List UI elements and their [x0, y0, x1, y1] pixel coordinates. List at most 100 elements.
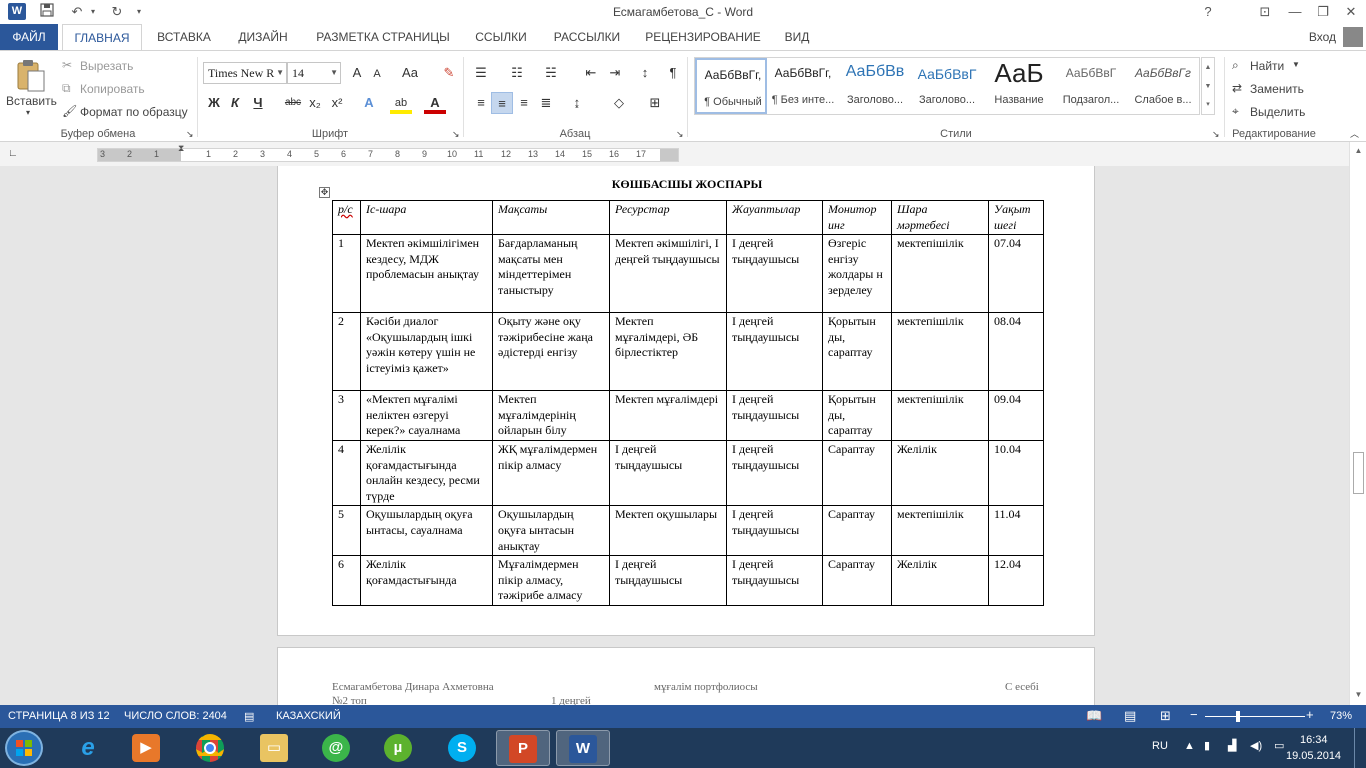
avatar[interactable]	[1343, 27, 1363, 47]
tab-references[interactable]: ССЫЛКИ	[468, 24, 534, 50]
ribbon-display-icon[interactable]: ⊡	[1250, 2, 1280, 22]
table-cell[interactable]: 4	[332, 439, 361, 507]
table-cell[interactable]: Мектеп мұғалімдері, ӘБ бірлестіктер	[609, 312, 727, 392]
table-cell[interactable]: ЖҚ мұғалімдермен пікір алмасу	[492, 439, 610, 507]
underline-button[interactable]: Ч	[247, 92, 269, 114]
header-cell[interactable]: Монитор инг	[822, 199, 892, 236]
document-area[interactable]: КӨШБАСШЫ ЖОСПАРЫ ✥ р/с Іс-шара Мақсаты Р…	[0, 166, 1349, 705]
show-desktop-button[interactable]	[1354, 728, 1366, 768]
table-cell[interactable]: Қорытын ды, сараптау	[822, 312, 892, 392]
table-cell[interactable]: 10.04	[988, 439, 1044, 507]
style-heading-2[interactable]: АаБбВвГ Заголово...	[911, 58, 983, 114]
align-left-icon[interactable]: ≡	[470, 92, 492, 114]
table-cell[interactable]: мектепішілік	[891, 390, 989, 441]
table-cell[interactable]: 2	[332, 312, 361, 392]
print-layout-icon[interactable]: ▤	[1124, 708, 1136, 724]
table-cell[interactable]: І деңгей тыңдаушысы	[726, 439, 823, 507]
shrink-font-button[interactable]: A	[366, 63, 388, 85]
table-cell[interactable]: Мұғалімдермен пікір алмасу, тәжірибе алм…	[492, 555, 610, 606]
minimize-icon[interactable]: —	[1280, 2, 1310, 22]
table-cell[interactable]: І деңгей тыңдаушысы	[726, 312, 823, 392]
language-indicator[interactable]: RU	[1152, 740, 1168, 752]
font-size-input[interactable]: 14 ▼	[287, 62, 341, 84]
zoom-in-icon[interactable]: +	[1306, 707, 1314, 722]
tab-insert[interactable]: ВСТАВКА	[148, 24, 220, 50]
select-button[interactable]: Выделить	[1250, 105, 1305, 119]
grow-font-button[interactable]: A	[346, 62, 368, 84]
italic-button[interactable]: К	[224, 92, 246, 114]
vertical-scrollbar[interactable]: ▲ ▼	[1349, 142, 1366, 705]
table-cell[interactable]: Қорытын ды, сараптау	[822, 390, 892, 441]
chevron-up-icon[interactable]: ▲	[1202, 58, 1214, 77]
styles-gallery-scroll[interactable]: ▲ ▼ ▾	[1201, 57, 1215, 115]
language-status[interactable]: КАЗАХСКИЙ	[276, 710, 341, 722]
internet-explorer-icon[interactable]: e	[62, 730, 116, 766]
maximize-icon[interactable]: ❐	[1308, 2, 1338, 22]
paste-dropdown-icon[interactable]: ▾	[26, 108, 30, 117]
table-cell[interactable]: 11.04	[988, 505, 1044, 557]
align-center-icon[interactable]: ≡	[491, 92, 513, 114]
copy-icon[interactable]: ⧉	[62, 81, 71, 96]
table-move-handle-icon[interactable]: ✥	[319, 187, 330, 198]
sort-icon[interactable]: ↕	[634, 62, 656, 84]
table-cell[interactable]: 07.04	[988, 234, 1044, 314]
battery-icon[interactable]: ▭	[1274, 739, 1284, 752]
table-cell[interactable]: Кәсіби диалог «Оқушылардың ішкі уәжін кө…	[360, 312, 493, 392]
table-cell[interactable]: мектепішілік	[891, 234, 989, 314]
table-cell[interactable]: Сараптау	[822, 555, 892, 606]
superscript-button[interactable]: x²	[326, 92, 348, 114]
table-cell[interactable]: Сараптау	[822, 439, 892, 507]
bold-button[interactable]: Ж	[203, 92, 225, 114]
mail-agent-icon[interactable]: @	[310, 730, 364, 766]
subscript-button[interactable]: x₂	[304, 92, 326, 114]
indent-marker[interactable]: ⧗	[178, 143, 184, 154]
font-launcher-icon[interactable]: ↘	[452, 129, 460, 140]
collapse-ribbon-icon[interactable]: ︿	[1350, 127, 1359, 140]
file-explorer-icon[interactable]: ▭	[248, 730, 302, 766]
line-spacing-icon[interactable]: ↨	[566, 92, 588, 114]
plan-table[interactable]: р/с Іс-шара Мақсаты Ресурстар Жауаптылар…	[332, 199, 1044, 606]
decrease-indent-icon[interactable]: ⇤	[580, 62, 602, 84]
increase-indent-icon[interactable]: ⇥	[604, 62, 626, 84]
font-color-button[interactable]: A	[424, 92, 446, 114]
numbering-icon[interactable]: ☷	[506, 62, 528, 84]
read-mode-icon[interactable]: 📖	[1086, 708, 1102, 724]
table-cell[interactable]: Мектеп әкімшілігі, І деңгей тыңдаушысы	[609, 234, 727, 314]
network-icon[interactable]: ▟	[1228, 739, 1236, 752]
style-title[interactable]: АаБ Название	[983, 58, 1055, 114]
web-layout-icon[interactable]: ⊞	[1160, 708, 1171, 724]
tab-home[interactable]: ГЛАВНАЯ	[62, 24, 142, 51]
header-cell[interactable]: Жауаптылар	[726, 199, 823, 236]
strikethrough-button[interactable]: abc	[280, 92, 306, 114]
powerpoint-icon[interactable]: P	[496, 730, 550, 766]
table-cell[interactable]: Өзгеріс енгізу жолдары н зерделеу	[822, 234, 892, 314]
highlight-button[interactable]: ab	[390, 92, 412, 114]
zoom-slider[interactable]	[1205, 716, 1305, 717]
table-cell[interactable]: «Мектеп мұғалімі неліктен өзгеруі керек?…	[360, 390, 493, 441]
justify-icon[interactable]: ≣	[535, 92, 557, 114]
table-cell[interactable]: Сараптау	[822, 505, 892, 557]
table-cell[interactable]: І деңгей тыңдаушысы	[726, 234, 823, 314]
tray-arrow-icon[interactable]: ▲	[1184, 740, 1195, 752]
proofing-icon[interactable]: ▤	[244, 710, 254, 723]
signin-link[interactable]: Вход	[1309, 24, 1336, 50]
cut-button[interactable]: Вырезать	[80, 59, 133, 73]
table-cell[interactable]: Мектеп әкімшілігімен кездесу, МДЖ пробле…	[360, 234, 493, 314]
multilevel-list-icon[interactable]: ☵	[540, 62, 562, 84]
shading-icon[interactable]: ◇	[608, 92, 630, 114]
table-cell[interactable]: І деңгей тыңдаушысы	[609, 555, 727, 606]
table-cell[interactable]: Желілік	[891, 555, 989, 606]
table-cell[interactable]: Оқушылардың оқуға ынтасы, сауалнама	[360, 505, 493, 557]
table-cell[interactable]: 09.04	[988, 390, 1044, 441]
header-cell[interactable]: Уақыт шегі	[988, 199, 1044, 236]
tab-selector-icon[interactable]: ∟	[8, 148, 20, 160]
align-right-icon[interactable]: ≡	[513, 92, 535, 114]
tab-view[interactable]: ВИД	[778, 24, 816, 50]
borders-icon[interactable]: ⊞	[644, 92, 666, 114]
font-name-input[interactable]: Times New R ▼	[203, 62, 287, 84]
clock-time[interactable]: 16:34	[1300, 734, 1328, 746]
table-cell[interactable]: Мектеп оқушылары	[609, 505, 727, 557]
replace-button[interactable]: Заменить	[1250, 82, 1304, 96]
page[interactable]: КӨШБАСШЫ ЖОСПАРЫ ✥ р/с Іс-шара Мақсаты Р…	[277, 166, 1095, 636]
tab-review[interactable]: РЕЦЕНЗИРОВАНИЕ	[640, 24, 766, 50]
